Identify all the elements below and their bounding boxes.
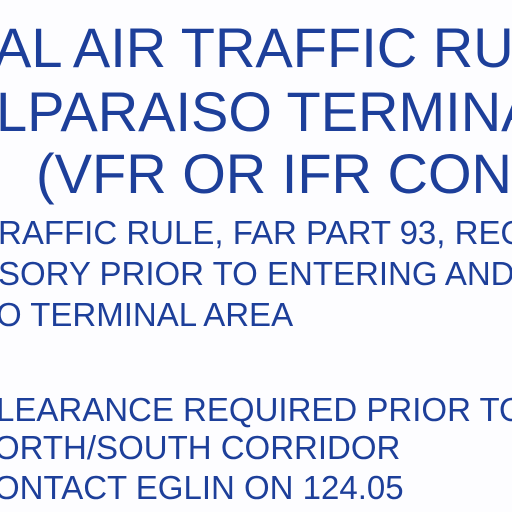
heading-line-3: (VFR OR IFR COND	[36, 142, 512, 205]
chart-notice-panel: AL AIR TRAFFIC RUL LPARAISO TERMINA (VFR…	[0, 0, 512, 512]
notice-line-1: RAFFIC RULE, FAR PART 93, REQU	[0, 214, 512, 251]
clearance-line-2: ORTH/SOUTH CORRIDOR	[0, 429, 401, 466]
clearance-line-1: LEARANCE REQUIRED PRIOR TO	[0, 391, 512, 428]
notice-line-2: SORY PRIOR TO ENTERING AND	[0, 255, 512, 292]
clearance-line-3: ONTACT EGLIN ON 124.05	[0, 469, 404, 506]
notice-line-3: O TERMINAL AREA	[0, 296, 294, 333]
heading-line-1: AL AIR TRAFFIC RUL	[0, 16, 512, 79]
heading-line-2: LPARAISO TERMINA	[0, 80, 512, 143]
